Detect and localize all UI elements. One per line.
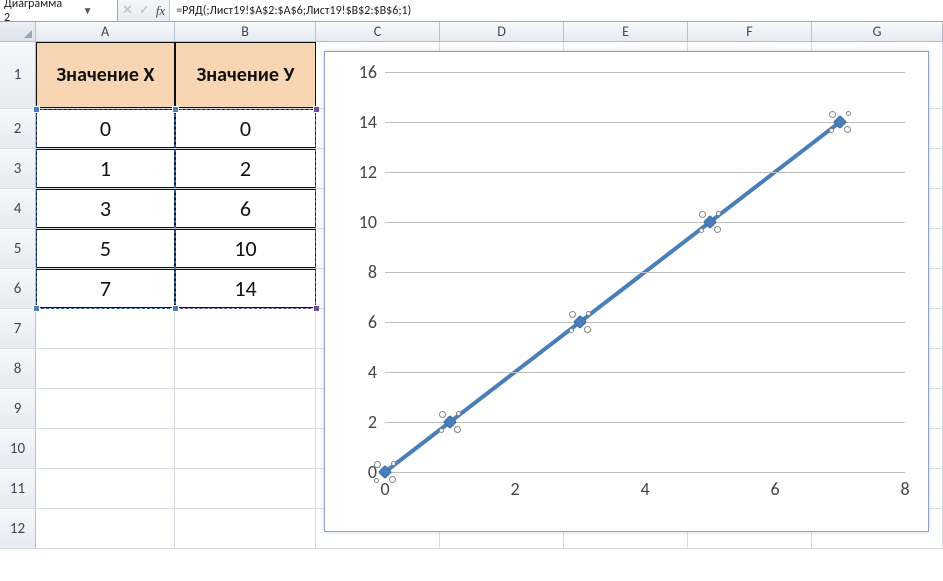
column-headers: A B C D E F G [0,22,943,42]
chart-x-tick-label: 4 [640,478,649,500]
formula-bar: Диаграмма 2 ▼ ✕ ✓ fx =РЯД(;Лист19!$A$2:$… [0,0,943,22]
chart-x-tick-label: 6 [770,478,779,500]
chart-x-tick-label: 0 [380,478,389,500]
cell-b4[interactable]: 6 [175,189,316,228]
chart-data-point[interactable] [441,413,459,431]
select-all-corner[interactable] [0,22,36,41]
name-box-value: Диаграмма 2 [4,0,62,25]
row-header-4[interactable]: 4 [0,189,36,228]
embedded-chart[interactable]: 024681012141602468 [324,51,929,532]
chart-gridline [385,422,905,423]
row-header-6[interactable]: 6 [0,269,36,308]
formula-text: =РЯД(;Лист19!$A$2:$A$6;Лист19!$B$2:$B$6;… [176,4,411,18]
chart-data-point[interactable] [571,313,589,331]
name-box-dropdown-icon[interactable]: ▼ [62,4,113,17]
chart-data-point[interactable] [376,463,394,481]
chart-y-tick-label: 10 [359,211,377,233]
cell-a2[interactable]: 0 [36,109,175,148]
cell-a4[interactable]: 3 [36,189,175,228]
formula-bar-buttons: ✕ ✓ fx [118,0,170,21]
chart-gridline [385,322,905,323]
cell-b6[interactable]: 14 [175,269,316,308]
chart-gridline [385,72,905,73]
cell-a1[interactable]: Значение Х [36,42,175,108]
enter-icon: ✓ [139,3,150,18]
formula-input[interactable]: =РЯД(;Лист19!$A$2:$A$6;Лист19!$B$2:$B$6;… [170,0,943,21]
chart-gridline [385,122,905,123]
cell-a6[interactable]: 7 [36,269,175,308]
chart-data-point[interactable] [701,213,719,231]
cell-b3[interactable]: 2 [175,149,316,188]
chart-x-tick-label: 2 [510,478,519,500]
range-handle[interactable] [313,106,320,113]
range-handle[interactable] [172,305,179,312]
col-header-f[interactable]: F [688,22,812,41]
cell-b2[interactable]: 0 [175,109,316,148]
col-header-d[interactable]: D [440,22,564,41]
cancel-icon: ✕ [122,3,133,18]
row-header-3[interactable]: 3 [0,149,36,188]
chart-y-tick-label: 12 [359,161,377,183]
col-header-a[interactable]: A [36,22,175,41]
fx-icon[interactable]: fx [156,3,165,19]
chart-y-tick-label: 14 [359,111,377,133]
chart-gridline [385,372,905,373]
name-box[interactable]: Диаграмма 2 ▼ [0,0,118,21]
col-header-c[interactable]: C [316,22,440,41]
chart-gridline [385,472,905,473]
cell-b5[interactable]: 10 [175,229,316,268]
col-header-b[interactable]: B [175,22,316,41]
chart-gridline [385,222,905,223]
range-handle[interactable] [33,305,40,312]
chart-y-tick-label: 4 [368,361,377,383]
chart-gridline [385,172,905,173]
range-handle[interactable] [33,106,40,113]
chart-data-point[interactable] [831,113,849,131]
cell-b1[interactable]: Значение У [175,42,316,108]
chart-y-tick-label: 8 [368,261,377,283]
col-header-g[interactable]: G [812,22,943,41]
range-handle[interactable] [313,305,320,312]
cell-a3[interactable]: 1 [36,149,175,188]
row-header-2[interactable]: 2 [0,109,36,148]
chart-y-tick-label: 2 [368,411,377,433]
chart-x-tick-label: 8 [900,478,909,500]
chart-y-tick-label: 6 [368,311,377,333]
chart-gridline [385,272,905,273]
row-header-5[interactable]: 5 [0,229,36,268]
col-header-e[interactable]: E [564,22,688,41]
chart-y-tick-label: 16 [359,61,377,83]
range-handle[interactable] [172,106,179,113]
cell-a5[interactable]: 5 [36,229,175,268]
row-header-1[interactable]: 1 [0,42,36,108]
chart-plot-area[interactable]: 024681012141602468 [385,72,905,472]
